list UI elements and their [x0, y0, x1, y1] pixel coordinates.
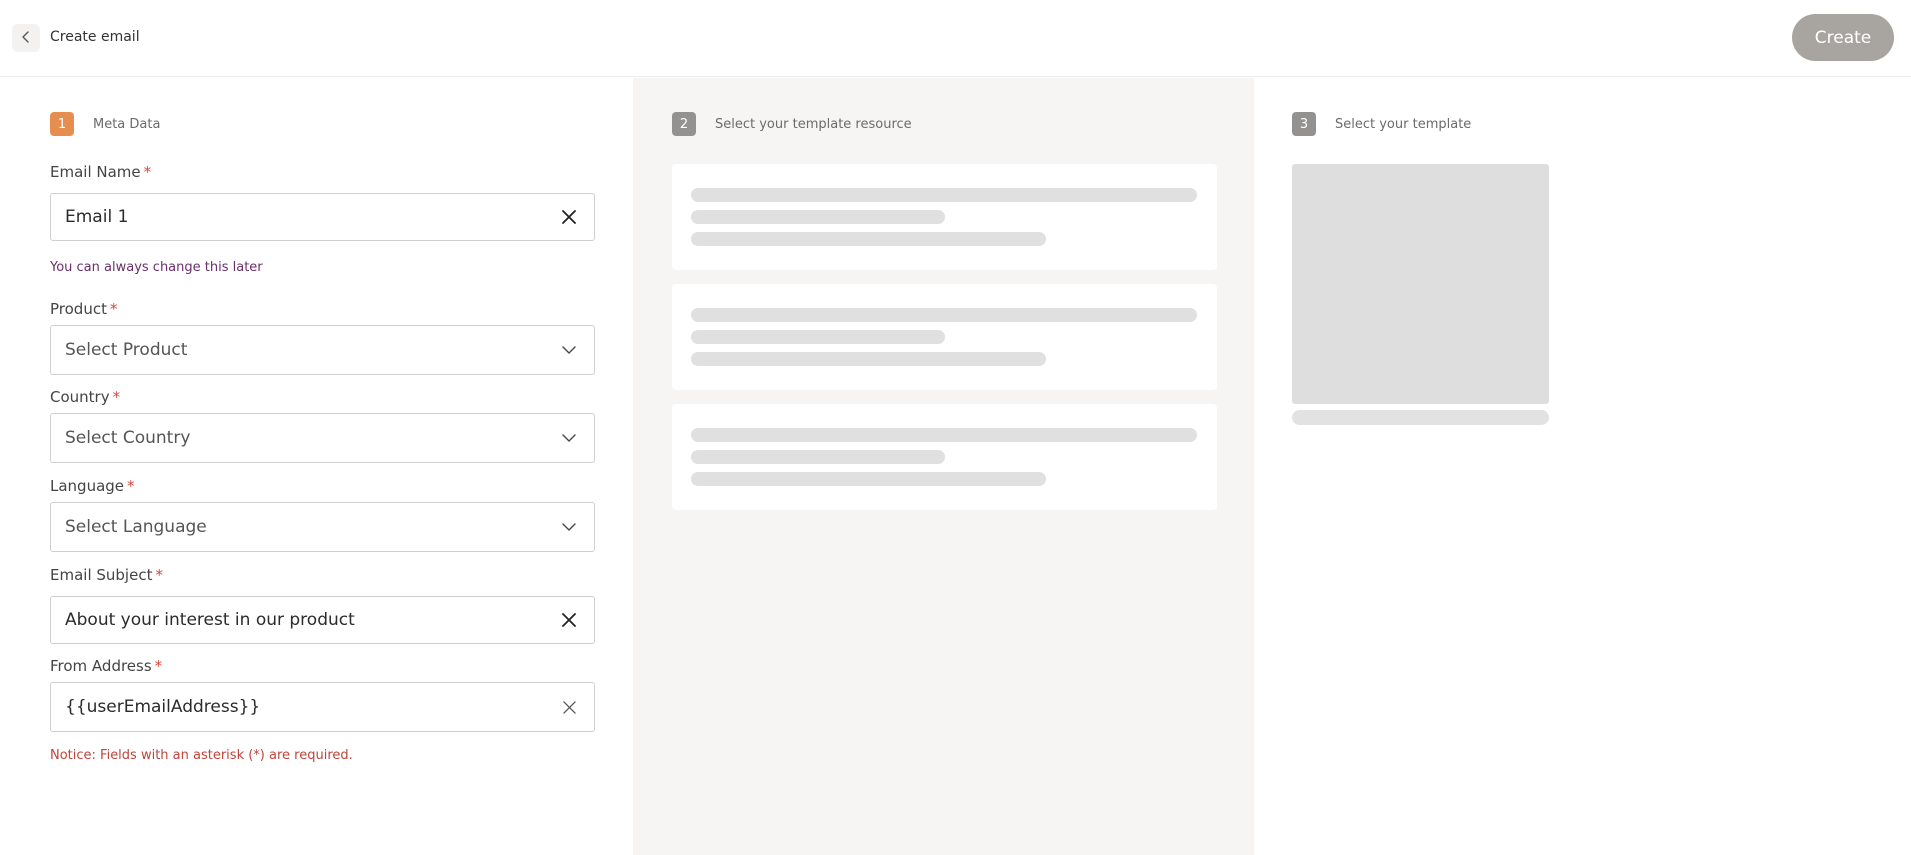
country-placeholder: Select Country	[65, 428, 191, 448]
email-subject-value: About your interest in our product	[65, 610, 355, 630]
step-2: 2 Select your template resource	[672, 112, 912, 136]
skeleton-bar	[691, 232, 1046, 246]
email-subject-label: Email Subject *	[50, 566, 163, 584]
step-label: Select your template resource	[715, 116, 912, 132]
loading-card	[672, 284, 1217, 390]
skeleton-bar	[691, 308, 1197, 322]
language-select[interactable]: Select Language	[50, 502, 595, 552]
meta-data-panel: 1 Meta Data Email Name * Email 1 You can …	[0, 78, 633, 855]
product-select[interactable]: Select Product	[50, 325, 595, 375]
chevron-down-icon	[558, 516, 580, 538]
close-icon[interactable]	[558, 609, 580, 631]
template-thumbnail-placeholder	[1292, 164, 1549, 404]
email-name-hint: You can always change this later	[50, 260, 263, 275]
back-button[interactable]	[12, 24, 40, 52]
step-label: Meta Data	[93, 116, 161, 132]
step-label: Select your template	[1335, 116, 1472, 132]
step-1: 1 Meta Data	[50, 112, 160, 136]
create-button[interactable]: Create	[1792, 14, 1894, 61]
required-notice: Notice: Fields with an asterisk (*) are …	[50, 748, 353, 763]
product-placeholder: Select Product	[65, 340, 188, 360]
email-name-label: Email Name *	[50, 163, 152, 181]
skeleton-bar	[1292, 410, 1549, 425]
chevron-left-icon	[19, 29, 33, 48]
step-number: 2	[672, 112, 696, 136]
skeleton-bar	[691, 428, 1197, 442]
language-label: Language *	[50, 477, 135, 495]
step-3: 3 Select your template	[1292, 112, 1471, 136]
country-label: Country *	[50, 388, 121, 406]
page-title: Create email	[50, 29, 140, 45]
email-name-input[interactable]: Email 1	[50, 193, 595, 241]
skeleton-bar	[691, 352, 1046, 366]
loading-card	[672, 164, 1217, 270]
skeleton-bar	[691, 210, 945, 224]
email-name-value: Email 1	[65, 207, 129, 227]
loading-card	[672, 404, 1217, 510]
country-select[interactable]: Select Country	[50, 413, 595, 463]
close-icon[interactable]	[558, 696, 580, 718]
skeleton-bar	[691, 188, 1197, 202]
close-icon[interactable]	[558, 206, 580, 228]
skeleton-bar	[691, 450, 945, 464]
template-resource-panel: 2 Select your template resource	[633, 78, 1254, 855]
from-address-value: {{userEmailAddress}}	[65, 697, 261, 717]
template-panel: 3 Select your template	[1254, 78, 1911, 855]
from-address-label: From Address *	[50, 657, 163, 675]
step-number: 1	[50, 112, 74, 136]
chevron-down-icon	[558, 339, 580, 361]
email-subject-input[interactable]: About your interest in our product	[50, 596, 595, 644]
from-address-input[interactable]: {{userEmailAddress}}	[50, 682, 595, 732]
product-label: Product *	[50, 300, 118, 318]
chevron-down-icon	[558, 427, 580, 449]
skeleton-bar	[691, 330, 945, 344]
skeleton-bar	[691, 472, 1046, 486]
top-bar: Create email Create	[0, 0, 1911, 77]
language-placeholder: Select Language	[65, 517, 207, 537]
step-number: 3	[1292, 112, 1316, 136]
